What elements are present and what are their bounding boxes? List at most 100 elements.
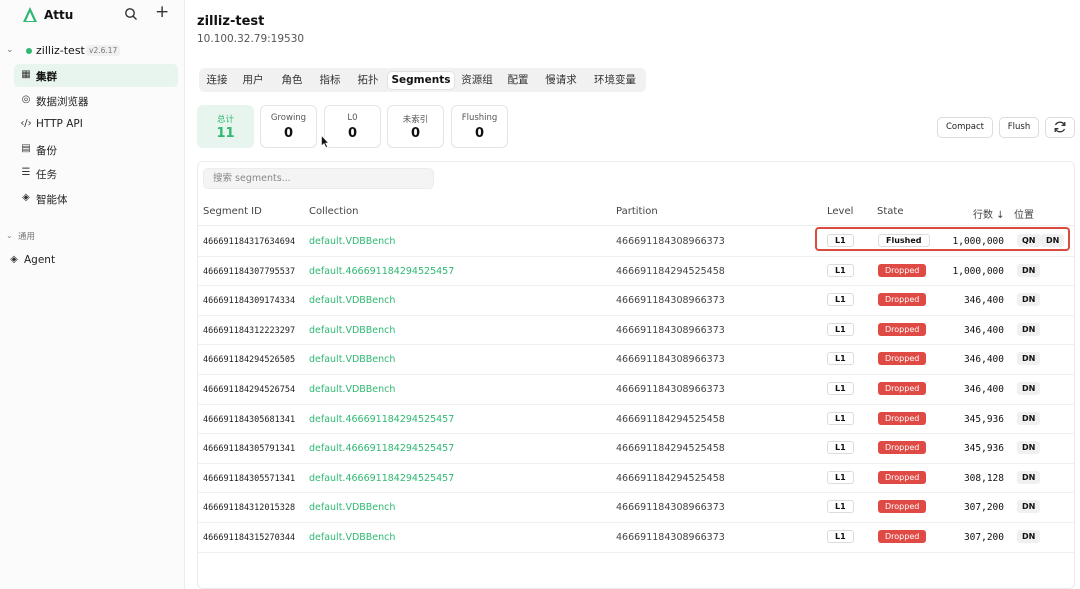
stat-label: 未索引: [402, 115, 429, 125]
tab-users[interactable]: 用户: [237, 72, 269, 89]
position-badge-dn: DN: [1017, 530, 1041, 543]
collection-link[interactable]: default.VDBBench: [309, 325, 395, 336]
tab-segments[interactable]: Segments: [388, 72, 454, 89]
segment-id: 466691184315270344: [203, 533, 296, 543]
tab-connections[interactable]: 连接: [201, 72, 233, 89]
sidebar-item-cluster[interactable]: ▦ 集群: [14, 64, 178, 87]
table-row[interactable]: 466691184307795537 default.46669118429452…: [198, 257, 1074, 287]
table-row[interactable]: 466691184312223297 default.VDBBench 466691…: [198, 316, 1074, 346]
tab-roles[interactable]: 角色: [276, 72, 308, 89]
position-badge-dn: DN: [1017, 470, 1041, 484]
level-badge: L1: [827, 500, 854, 514]
table-row[interactable]: 466691184309174334 default.VDBBench 466691…: [198, 286, 1074, 316]
stat-total[interactable]: 总计 11: [197, 105, 254, 148]
stat-growing[interactable]: Growing 0: [260, 105, 317, 148]
sidebar-item-backup[interactable]: ▤ 备份: [14, 138, 178, 161]
header-position[interactable]: 位置: [1014, 206, 1034, 221]
sidebar-item-tasks[interactable]: ☰ 任务: [14, 162, 178, 185]
partition-id: 466691184308966373: [616, 384, 725, 395]
robot-icon: ◈: [10, 254, 18, 265]
segment-id: 466691184307795537: [203, 266, 296, 277]
sidebar: Attu + ⌄ zilliz-test v2.6.17 ▦ 集群 ◎ 数据浏览…: [0, 0, 185, 589]
collection-link[interactable]: default.VDBBench: [309, 236, 395, 247]
stat-value: 0: [283, 126, 294, 141]
segment-id: 466691184312015328: [203, 503, 296, 514]
tasks-icon: ☰: [21, 167, 31, 178]
app-name: Attu: [44, 8, 74, 22]
header-state[interactable]: State: [877, 206, 903, 217]
stat-label: Growing: [270, 113, 307, 123]
table-row[interactable]: 466691184315270344 default.VDBBench 466691…: [198, 523, 1074, 553]
row-count: 346,400: [963, 354, 1004, 366]
stat-unindexed[interactable]: 未索引 0: [387, 105, 444, 148]
tab-env-vars[interactable]: 环境变量: [589, 72, 641, 89]
add-connection-icon[interactable]: +: [155, 4, 169, 21]
table-row[interactable]: 466691184305791341 default.46669118429452…: [198, 434, 1074, 464]
app-root: Attu + ⌄ zilliz-test v2.6.17 ▦ 集群 ◎ 数据浏览…: [0, 0, 1080, 589]
level-badge: L1: [827, 441, 854, 455]
stat-value: 0: [410, 126, 421, 141]
compact-button[interactable]: Compact: [937, 117, 993, 138]
search-input[interactable]: 搜索 segments...: [203, 168, 434, 189]
position-badge-dn: DN: [1017, 263, 1041, 277]
tab-topology[interactable]: 拓扑: [352, 72, 384, 89]
sidebar-item-data-browser[interactable]: ◎ 数据浏览器: [14, 89, 178, 112]
segment-id: 466691184309174334: [203, 296, 296, 307]
row-count: 345,936: [963, 413, 1004, 425]
partition-id: 466691184308966373: [616, 295, 725, 307]
collection-link[interactable]: default.VDBBench: [309, 532, 395, 543]
segment-id: 466691184294526505: [203, 355, 296, 366]
segment-id: 466691184294526754: [203, 385, 296, 395]
header-segment-id[interactable]: Segment ID: [203, 206, 262, 217]
table-row[interactable]: 466691184305571341 default.46669118429452…: [198, 464, 1074, 494]
collection-link[interactable]: default.VDBBench: [309, 384, 395, 395]
chevron-down-icon[interactable]: ⌄: [6, 45, 14, 55]
collection-link[interactable]: default.VDBBench: [309, 354, 395, 365]
section-label: 通用: [18, 232, 36, 242]
partition-id: 466691184308966373: [616, 502, 725, 514]
collection-link[interactable]: default.VDBBench: [309, 502, 395, 513]
sidebar-item-agent[interactable]: ◈ Agent: [8, 254, 108, 268]
tab-config[interactable]: 配置: [502, 72, 534, 89]
connection-item[interactable]: ⌄ zilliz-test v2.6.17: [0, 41, 185, 61]
collection-link[interactable]: default.466691184294525457: [309, 414, 454, 425]
collection-link[interactable]: default.466691184294525457: [309, 473, 454, 484]
tab-resource-groups[interactable]: 资源组: [457, 72, 497, 89]
partition-id: 466691184294525458: [616, 265, 725, 277]
tab-slow-requests[interactable]: 慢请求: [541, 72, 581, 89]
sidebar-item-label: 集群: [36, 71, 57, 83]
partition-id: 466691184294525458: [616, 413, 725, 425]
level-badge: L1: [827, 322, 854, 336]
segment-id: 466691184317634694: [203, 237, 296, 247]
position-badge-dn: DN: [1017, 352, 1041, 366]
table-row[interactable]: 466691184294526505 default.VDBBench 466691…: [198, 345, 1074, 375]
table-row[interactable]: 466691184294526754 default.VDBBench 466691…: [198, 375, 1074, 405]
stat-l0[interactable]: L0 0: [324, 105, 381, 148]
stat-value: 0: [474, 126, 485, 141]
collection-link[interactable]: default.VDBBench: [309, 295, 395, 306]
collection-link[interactable]: default.466691184294525457: [309, 443, 454, 454]
tab-metrics[interactable]: 指标: [314, 72, 346, 89]
flush-button[interactable]: Flush: [999, 117, 1039, 138]
collection-link[interactable]: default.466691184294525457: [309, 266, 454, 277]
level-badge: L1: [827, 263, 854, 277]
sidebar-item-http-api[interactable]: ‹/› HTTP API: [14, 113, 178, 136]
grid-icon: ▦: [21, 69, 31, 80]
header-partition[interactable]: Partition: [616, 206, 658, 217]
mouse-cursor-icon: [321, 135, 329, 148]
search-icon[interactable]: [124, 7, 138, 21]
header-level[interactable]: Level: [827, 206, 853, 217]
table-row[interactable]: 466691184312015328 default.VDBBench 466691…: [198, 493, 1074, 523]
table-header: Segment ID Collection Partition Level St…: [198, 198, 1074, 226]
sidebar-item-agent-builder[interactable]: ◈ 智能体: [14, 187, 178, 210]
header-collection[interactable]: Collection: [309, 206, 358, 217]
partition-id: 466691184294525458: [616, 443, 725, 455]
header-rows[interactable]: 行数 ↓: [973, 206, 1005, 221]
attu-logo-icon: [23, 7, 37, 22]
level-badge: L1: [827, 530, 854, 543]
segment-id: 466691184305571341: [203, 473, 296, 484]
row-count: 308,128: [963, 472, 1004, 484]
stat-flushing[interactable]: Flushing 0: [451, 105, 508, 148]
table-row[interactable]: 466691184305681341 default.46669118429452…: [198, 405, 1074, 435]
chevron-down-icon[interactable]: ⌄: [6, 231, 13, 240]
